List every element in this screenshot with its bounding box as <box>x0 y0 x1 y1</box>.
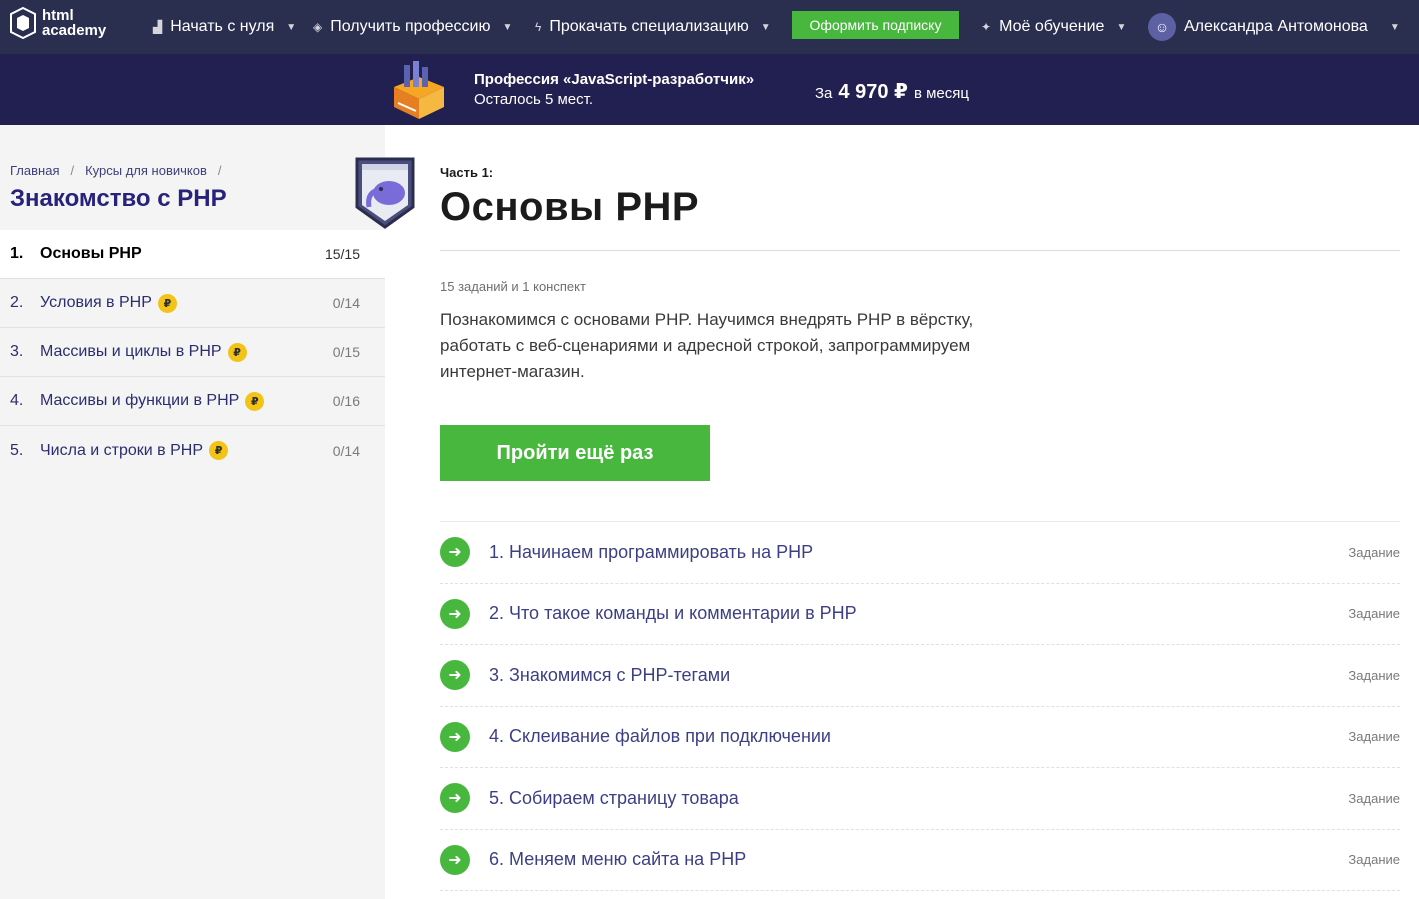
user-name: Александра Антомонова <box>1184 18 1368 35</box>
lesson-number: 3. <box>10 343 24 360</box>
lesson-list: 1. Основы PHP 15/15 2. Условия в PHP ₽ 0… <box>0 230 385 475</box>
promo-title: Профессия «JavaScript-разработчик» <box>474 71 755 88</box>
lesson-progress: 0/15 <box>332 344 360 360</box>
price-amount: 4 970 ₽ <box>838 81 908 103</box>
chevron-down-icon: ▼ <box>502 21 513 33</box>
task-title: 5. Собираем страницу товара <box>489 787 739 808</box>
lightning-icon: ϟ <box>535 20 542 34</box>
repeat-button[interactable]: Пройти ещё раз <box>440 425 710 481</box>
nav-get-profession[interactable]: ◈ Получить профессию ▼ <box>313 0 512 54</box>
lesson-progress: 0/14 <box>332 295 360 311</box>
task-row[interactable]: ➜ 2. Что такое команды и комментарии в P… <box>440 584 1400 645</box>
task-title: 6. Меняем меню сайта на PHP <box>489 849 747 870</box>
lesson-item[interactable]: 3. Массивы и циклы в PHP ₽ 0/15 <box>0 328 385 377</box>
chevron-down-icon: ▼ <box>1389 21 1400 33</box>
lesson-progress: 0/16 <box>332 393 360 409</box>
chevron-down-icon: ▼ <box>286 21 297 33</box>
breadcrumb-separator: / <box>70 163 75 178</box>
nav-item-label: Получить профессию <box>330 18 491 35</box>
arrow-right-icon: ➜ <box>440 844 470 875</box>
lesson-progress: 15/15 <box>324 246 360 262</box>
logo[interactable]: html academy <box>10 7 106 39</box>
divider <box>440 250 1400 251</box>
chevron-down-icon: ▼ <box>1116 21 1127 33</box>
lesson-title: Числа и строки в PHP <box>40 441 204 459</box>
lesson-number: 1. <box>10 245 24 262</box>
lesson-item[interactable]: 2. Условия в PHP ₽ 0/14 <box>0 279 385 328</box>
subscribe-button[interactable]: Оформить подписку <box>792 11 959 39</box>
ruble-coin-icon: ₽ <box>245 391 265 411</box>
task-row[interactable]: ➜ 1. Начинаем программировать на PHP Зад… <box>440 522 1400 584</box>
lesson-title: Массивы и циклы в PHP <box>40 343 222 360</box>
graduation-cap-icon: ◈ <box>313 20 323 34</box>
task-list: ➜ 1. Начинаем программировать на PHP Зад… <box>440 521 1400 891</box>
arrow-right-icon: ➜ <box>440 598 470 629</box>
php-elephant-badge-icon <box>355 157 415 229</box>
lesson-item[interactable]: 5. Числа и строки в PHP ₽ 0/14 <box>0 426 385 475</box>
page-title: Основы PHP <box>440 185 700 229</box>
breadcrumb-home[interactable]: Главная <box>10 163 59 178</box>
chevron-down-icon: ▼ <box>760 21 771 33</box>
ruble-coin-icon: ₽ <box>157 293 177 313</box>
part-label: Часть 1: <box>440 165 494 180</box>
price-prefix: За <box>815 85 833 102</box>
nav-specialization[interactable]: ϟ Прокачать специализацию ▼ <box>535 0 771 54</box>
lesson-item[interactable]: 4. Массивы и функции в PHP ₽ 0/16 <box>0 377 385 426</box>
task-type: Задание <box>1348 606 1400 622</box>
course-title: Знакомство с PHP <box>10 185 227 212</box>
task-row[interactable]: ➜ 3. Знакомимся с PHP-тегами Задание <box>440 645 1400 707</box>
nav-start-from-scratch[interactable]: ▟ Начать с нуля ▼ <box>153 0 296 54</box>
task-type: Задание <box>1348 667 1400 683</box>
rocket-icon: ✦ <box>981 20 992 34</box>
ruble-coin-icon: ₽ <box>227 342 247 362</box>
logo-line1: html <box>42 7 74 24</box>
arrow-right-icon: ➜ <box>440 660 470 691</box>
part-description: Познакомимся с основами PHP. Научимся вн… <box>440 310 974 381</box>
box-illustration-icon <box>394 61 444 119</box>
avatar: ☺ <box>1148 13 1176 41</box>
ruble-coin-icon: ₽ <box>209 441 229 460</box>
task-type: Задание <box>1348 852 1400 868</box>
lesson-number: 4. <box>10 392 24 409</box>
logo-icon <box>10 7 36 39</box>
lesson-title: Массивы и функции в PHP <box>40 392 240 409</box>
task-type: Задание <box>1348 729 1400 745</box>
lesson-progress: 0/14 <box>332 442 360 459</box>
lesson-number: 5. <box>10 441 24 459</box>
nav-my-learning[interactable]: ✦ Моё обучение ▼ <box>981 0 1126 54</box>
task-type: Задание <box>1348 544 1400 560</box>
breadcrumb: Главная / Курсы для новичков / <box>10 163 233 178</box>
bars-icon: ▟ <box>153 20 163 34</box>
promo-banner[interactable]: Профессия «JavaScript-разработчик» Остал… <box>0 54 1419 125</box>
promo-subtitle: Осталось 5 мест. <box>474 91 593 108</box>
breadcrumb-beginners[interactable]: Курсы для новичков <box>85 163 207 178</box>
arrow-right-icon: ➜ <box>440 537 470 568</box>
nav-item-label: Прокачать специализацию <box>549 18 749 35</box>
task-title: 1. Начинаем программировать на PHP <box>489 541 814 562</box>
logo-line2: academy <box>42 22 107 39</box>
nav-item-label: Начать с нуля <box>170 18 275 35</box>
top-navigation: html academy ▟ Начать с нуля ▼ ◈ Получит… <box>0 0 1419 54</box>
arrow-right-icon: ➜ <box>440 783 470 814</box>
task-row[interactable]: ➜ 4. Склеивание файлов при подключении З… <box>440 707 1400 768</box>
nav-item-label: Моё обучение <box>999 18 1105 35</box>
lesson-item[interactable]: 1. Основы PHP 15/15 <box>0 230 385 279</box>
task-row[interactable]: ➜ 5. Собираем страницу товара Задание <box>440 768 1400 830</box>
price-suffix: в месяц <box>913 85 969 102</box>
breadcrumb-separator: / <box>217 163 222 178</box>
task-type: Задание <box>1348 790 1400 806</box>
lesson-title: Условия в PHP <box>40 294 152 311</box>
sidebar: Главная / Курсы для новичков / Знакомств… <box>0 125 415 899</box>
task-row[interactable]: ➜ 6. Меняем меню сайта на PHP Задание <box>440 830 1400 891</box>
lesson-number: 2. <box>10 294 24 311</box>
promo-price: За 4 970 ₽ в месяц <box>815 79 969 104</box>
lesson-title: Основы PHP <box>40 245 142 262</box>
logo-text: html academy <box>42 8 106 38</box>
task-count: 15 заданий и 1 конспект <box>440 279 586 294</box>
arrow-right-icon: ➜ <box>440 721 470 752</box>
task-title: 3. Знакомимся с PHP-тегами <box>489 664 731 685</box>
task-title: 2. Что такое команды и комментарии в PHP <box>489 603 857 624</box>
user-menu[interactable]: ☺ Александра Антомонова ▼ <box>1148 0 1400 54</box>
task-title: 4. Склеивание файлов при подключении <box>489 726 831 747</box>
